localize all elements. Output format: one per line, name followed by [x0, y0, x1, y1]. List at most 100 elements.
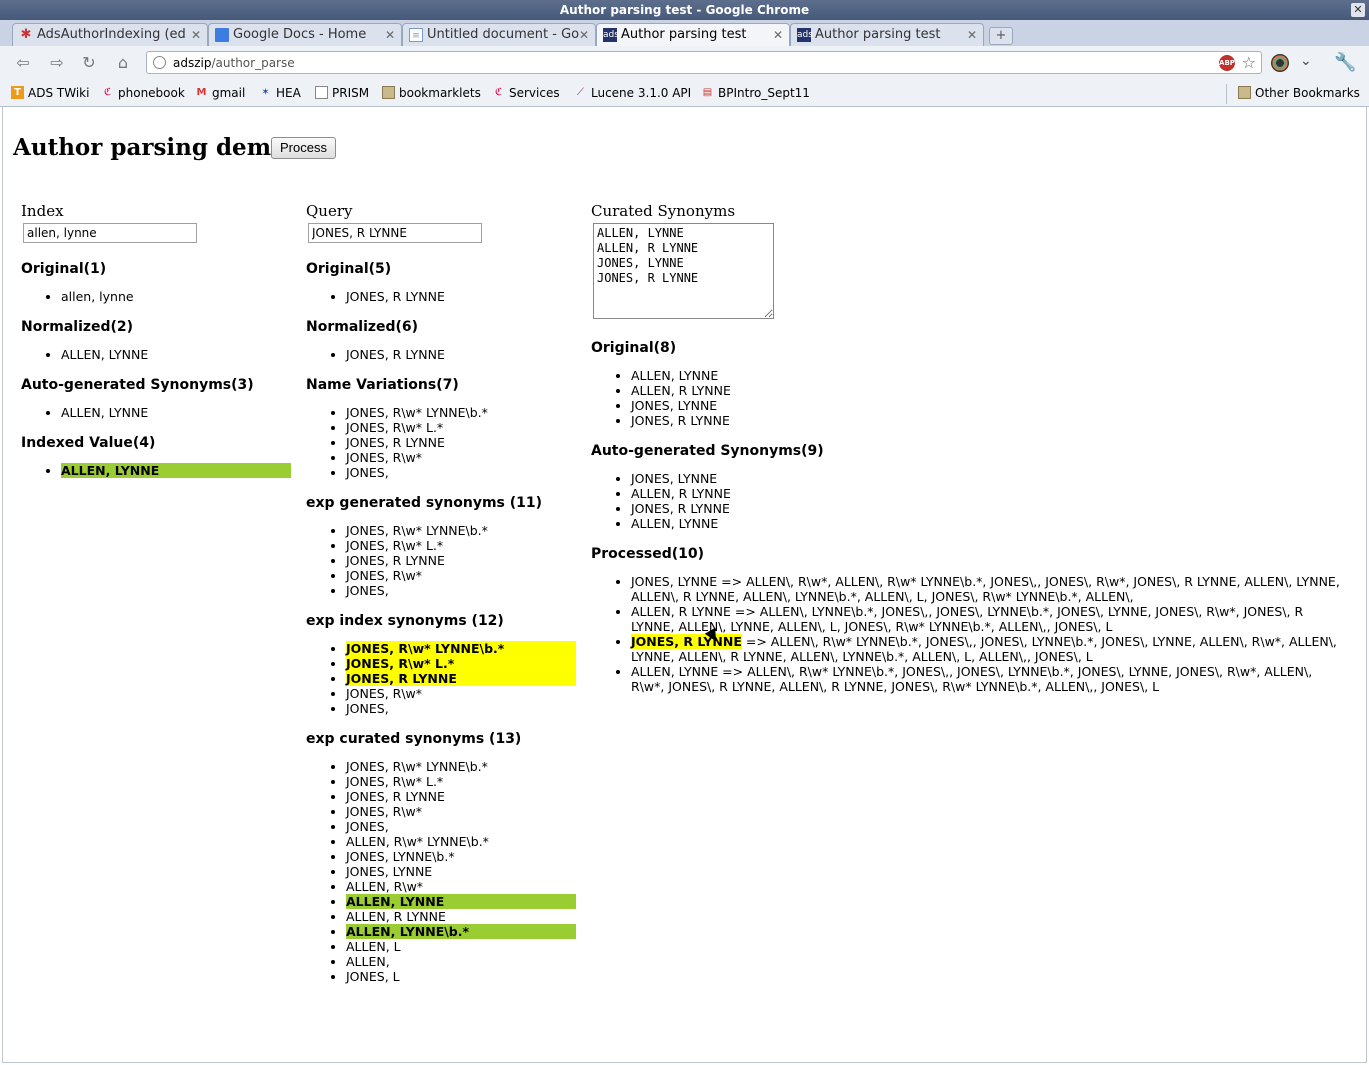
bookmark-bpintro[interactable]: ▤ BPIntro_Sept11	[701, 85, 810, 101]
chevron-down-icon[interactable]: ⌄	[1300, 53, 1312, 69]
hea-icon: ✶	[261, 87, 270, 98]
list-item-text: JONES, LYNNE\b.*	[346, 849, 455, 864]
list-item: ALLEN, LYNNE	[346, 894, 576, 909]
other-bookmarks[interactable]: Other Bookmarks	[1238, 85, 1360, 101]
close-window-icon[interactable]: ✕	[1351, 3, 1365, 17]
section-list: allen, lynne	[21, 289, 291, 304]
list-item: JONES, R\w* L.*	[346, 774, 576, 789]
adblock-icon[interactable]: ABP	[1219, 55, 1235, 71]
section-heading: Auto-generated Synonyms(3)	[21, 377, 254, 393]
section-heading: exp curated synonyms (13)	[306, 731, 522, 747]
list-item-text: JONES,	[346, 701, 389, 716]
list-item-text: ALLEN, LYNNE\b.*	[346, 924, 470, 939]
list-item: JONES, R LYNNE	[346, 671, 576, 686]
bookmark-phonebook[interactable]: ℭphonebook	[101, 85, 185, 101]
docs-icon	[215, 28, 229, 42]
address-bar[interactable]: adszip/author_parse ABP ☆	[146, 51, 1262, 74]
page-icon	[315, 86, 328, 99]
tab-close-icon[interactable]: ✕	[773, 24, 783, 46]
section-list: JONES, R\w* LYNNE\b.*JONES, R\w* L.*JONE…	[306, 641, 576, 716]
list-item: ALLEN, R LYNNE => ALLEN\, LYNNE\b.*, JON…	[631, 604, 1341, 634]
section: exp generated synonyms (11) JONES, R\w* L…	[306, 494, 576, 598]
list-item-text: JONES, R\w* L.*	[346, 656, 455, 671]
bookmark-prism[interactable]: PRISM	[315, 85, 369, 101]
list-item: JONES, R LYNNE => ALLEN\, R\w* LYNNE\b.*…	[631, 634, 1341, 664]
list-item-text: ALLEN, LYNNE => ALLEN\, R\w* LYNNE\b.*, …	[631, 664, 1313, 694]
new-tab-button[interactable]: +	[989, 27, 1013, 45]
list-item: ALLEN,	[346, 954, 576, 969]
tab-label: Author parsing test	[621, 27, 747, 42]
list-item: JONES,	[346, 465, 576, 480]
list-item: JONES, R\w* LYNNE\b.*	[346, 759, 576, 774]
list-item-text: JONES, LYNNE	[631, 398, 718, 413]
list-item-text: JONES, R\w* LYNNE\b.*	[346, 523, 488, 538]
query-input[interactable]	[308, 223, 482, 243]
gmail-icon: M	[196, 87, 207, 98]
extension-icon[interactable]	[1271, 54, 1289, 72]
list-item-text: JONES,	[346, 819, 389, 834]
back-icon[interactable]: ⇦	[12, 53, 34, 73]
section-heading: Processed(10)	[591, 546, 705, 562]
wrench-icon[interactable]: 🔧	[1334, 52, 1356, 73]
process-button[interactable]: Process	[271, 137, 336, 159]
tab-close-icon[interactable]: ✕	[191, 24, 201, 46]
list-item: JONES, LYNNE	[631, 398, 1341, 413]
tab-label: Untitled document - Go	[427, 27, 580, 42]
home-icon[interactable]: ⌂	[112, 53, 134, 73]
bookmark-services[interactable]: ℭ Services	[492, 85, 560, 101]
curated-synonyms-textarea[interactable]	[593, 223, 774, 319]
query-sections: Original(5) JONES, R LYNNE Normalized(6) JO…	[306, 260, 576, 984]
list-item: JONES, R\w* LYNNE\b.*	[346, 523, 576, 538]
list-item: JONES, R\w* L.*	[346, 420, 576, 435]
list-item: JONES, LYNNE => ALLEN\, R\w*, ALLEN\, R\…	[631, 574, 1341, 604]
section-heading: Original(8)	[591, 340, 677, 356]
list-item-text: JONES,	[346, 583, 389, 598]
tab-google-docs-home[interactable]: Google Docs - Home ✕	[208, 23, 402, 46]
tab-close-icon[interactable]: ✕	[385, 24, 395, 46]
ads-icon: ads	[603, 28, 619, 42]
list-item-text: ALLEN, R\w* LYNNE\b.*	[346, 834, 489, 849]
bookmark-lucene[interactable]: ⟋ Lucene 3.1.0 API	[574, 85, 691, 101]
list-item: JONES, R\w* L.*	[346, 538, 576, 553]
tab-close-icon[interactable]: ✕	[579, 24, 589, 46]
tab-label: AdsAuthorIndexing (ed	[37, 27, 186, 42]
forward-icon[interactable]: ⇨	[46, 53, 68, 73]
list-item: JONES,	[346, 583, 576, 598]
list-item: ALLEN, R\w*	[346, 879, 576, 894]
list-item-text: JONES, LYNNE => ALLEN\, R\w*, ALLEN\, R\…	[631, 574, 1340, 604]
document-icon: ≡	[409, 28, 423, 42]
bookmark-hea[interactable]: ✶ HEA	[259, 85, 301, 101]
list-item-text: JONES, L	[346, 969, 400, 984]
section-list: JONES, LYNNE => ALLEN\, R\w*, ALLEN\, R\…	[591, 574, 1341, 694]
bookmark-ads-twiki[interactable]: T ADS TWiki	[11, 85, 89, 101]
list-item-text: JONES, R\w* LYNNE\b.*	[346, 641, 505, 656]
list-item-text: JONES, R\w* L.*	[346, 538, 444, 553]
bookmarks-separator	[1226, 84, 1227, 104]
tab-author-parsing-test-active[interactable]: ads Author parsing test ✕	[596, 23, 790, 46]
list-item-text: JONES, R\w* L.*	[346, 420, 444, 435]
bookmark-bookmarklets[interactable]: bookmarklets	[382, 85, 481, 101]
section-list: ALLEN, LYNNE	[21, 347, 291, 362]
tab-ads-author-indexing[interactable]: ✱ AdsAuthorIndexing (ed ✕	[12, 23, 208, 46]
tab-label: Author parsing test	[815, 27, 941, 42]
section-heading: Original(5)	[306, 261, 392, 277]
list-item: ALLEN, R LYNNE	[631, 486, 1341, 501]
list-item: JONES, R\w*	[346, 568, 576, 583]
bookmark-star-icon[interactable]: ☆	[1242, 52, 1256, 74]
list-item-text: JONES, R\w*	[346, 568, 423, 583]
tab-untitled-document[interactable]: ≡ Untitled document - Go ✕	[402, 23, 596, 46]
list-item-text: JONES, R LYNNE	[346, 553, 445, 568]
bookmark-gmail[interactable]: Mgmail	[195, 85, 246, 101]
list-item: allen, lynne	[61, 289, 291, 304]
tab-author-parsing-test[interactable]: ads Author parsing test ✕	[790, 23, 984, 46]
section-heading: Normalized(2)	[21, 319, 134, 335]
tab-close-icon[interactable]: ✕	[967, 24, 977, 46]
list-item-text: JONES, R\w*	[346, 804, 423, 819]
reload-icon[interactable]: ↻	[78, 53, 100, 73]
list-item: JONES, R LYNNE	[346, 289, 576, 304]
index-input[interactable]	[23, 223, 197, 243]
section: Name Variations(7)JONES, R\w* LYNNE\b.*J…	[306, 376, 576, 480]
list-item: JONES, R\w*	[346, 804, 576, 819]
list-item-text: ALLEN, L	[346, 939, 401, 954]
list-item-text: JONES, R LYNNE	[346, 289, 445, 304]
